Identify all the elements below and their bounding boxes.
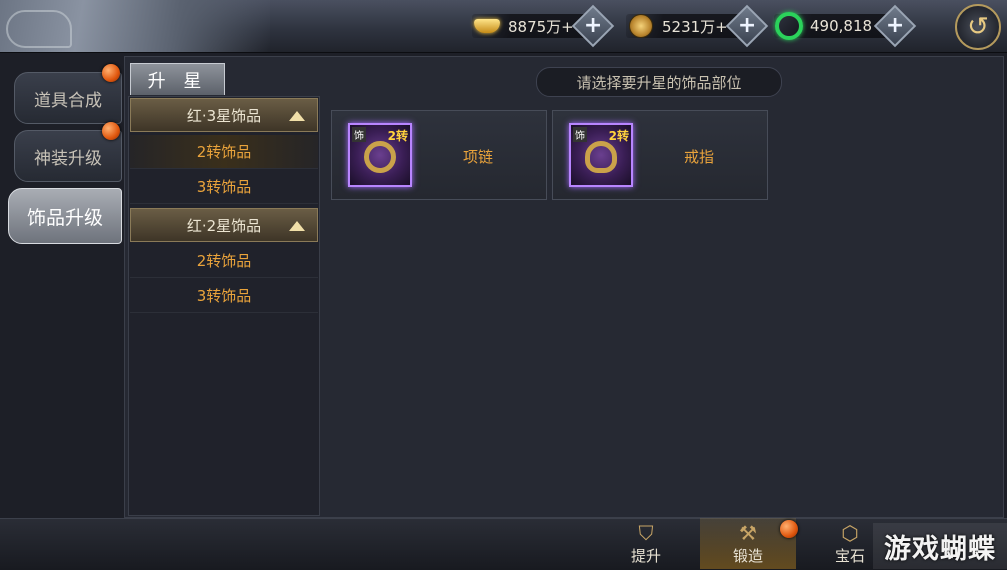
coin-value: 5231万+ xyxy=(662,17,728,36)
notification-dot-icon xyxy=(102,122,120,140)
item-tag: 饰 xyxy=(352,127,366,142)
add-coin-button[interactable]: + xyxy=(725,4,769,48)
currency-jade: 490,818 + xyxy=(774,4,917,48)
return-arrow-icon: ↺ xyxy=(967,12,989,42)
list-item-red2-2turn[interactable]: 2转饰品 xyxy=(130,244,318,278)
tab-star-up[interactable]: 升 星 xyxy=(130,63,225,95)
group-title: 红·3星饰品 xyxy=(186,106,262,125)
item-level: 2转 xyxy=(387,129,408,143)
necklace-icon: 饰 2转 xyxy=(348,123,412,187)
list-item-red2-3turn[interactable]: 3转饰品 xyxy=(130,279,318,313)
gem-icon: ⬡ xyxy=(841,521,859,545)
notification-dot-icon xyxy=(780,520,798,538)
instruction-hint: 请选择要升星的饰品部位 xyxy=(536,67,782,97)
slot-necklace[interactable]: 饰 2转 项链 xyxy=(331,110,547,200)
group-header-red-2-star[interactable]: 红·2星饰品 xyxy=(130,208,318,242)
side-tab-label: 神装升级 xyxy=(34,148,102,169)
slot-name: 项链 xyxy=(462,147,493,166)
group-header-red-3-star[interactable]: 红·3星饰品 xyxy=(130,98,318,132)
add-gold-button[interactable]: + xyxy=(571,4,615,48)
watermark-logo: 游戏蝴蝶 xyxy=(873,523,1007,569)
ring-icon: 饰 2转 xyxy=(569,123,633,187)
gold-value: 8875万+ xyxy=(508,17,574,36)
notification-dot-icon xyxy=(102,64,120,82)
cloud-ornament-icon xyxy=(6,10,72,48)
add-jade-button[interactable]: + xyxy=(873,4,917,48)
side-tab-accessory-upgrade[interactable]: 饰品升级 xyxy=(8,188,122,244)
nav-label: 锻造 xyxy=(732,547,763,565)
helmet-icon: ⛉ xyxy=(638,521,654,545)
item-tag: 饰 xyxy=(573,127,587,142)
currency-coin: 5231万+ + xyxy=(626,4,769,48)
side-tabs: 道具合成 神装升级 饰品升级 xyxy=(0,62,124,518)
item-level: 2转 xyxy=(608,129,629,143)
collapse-arrow-icon xyxy=(289,111,305,121)
nav-label: 宝石 xyxy=(834,547,865,565)
list-item-red3-2turn[interactable]: 2转饰品 xyxy=(130,135,318,169)
slot-name: 戒指 xyxy=(683,147,714,166)
slot-ring[interactable]: 饰 2转 戒指 xyxy=(552,110,768,200)
gold-ingot-icon xyxy=(472,13,502,39)
side-tab-label: 饰品升级 xyxy=(26,206,103,229)
anvil-icon: ⚒ xyxy=(739,521,757,545)
back-button[interactable]: ↺ xyxy=(955,4,1001,50)
nav-label: 提升 xyxy=(630,547,661,565)
jade-icon xyxy=(774,12,804,40)
collapse-arrow-icon xyxy=(289,221,305,231)
list-item-red3-3turn[interactable]: 3转饰品 xyxy=(130,170,318,204)
nav-enhance-button[interactable]: ⛉ 提升 xyxy=(610,518,682,569)
side-tab-label: 道具合成 xyxy=(34,90,102,111)
jade-value: 490,818 xyxy=(810,17,873,35)
group-title: 红·2星饰品 xyxy=(186,216,262,235)
top-bar-ink-art xyxy=(0,0,270,52)
currency-gold: 8875万+ + xyxy=(472,4,617,48)
coin-icon xyxy=(626,13,656,39)
top-bar: 8875万+ + 5231万+ + 490,818 + ↺ xyxy=(0,0,1007,53)
